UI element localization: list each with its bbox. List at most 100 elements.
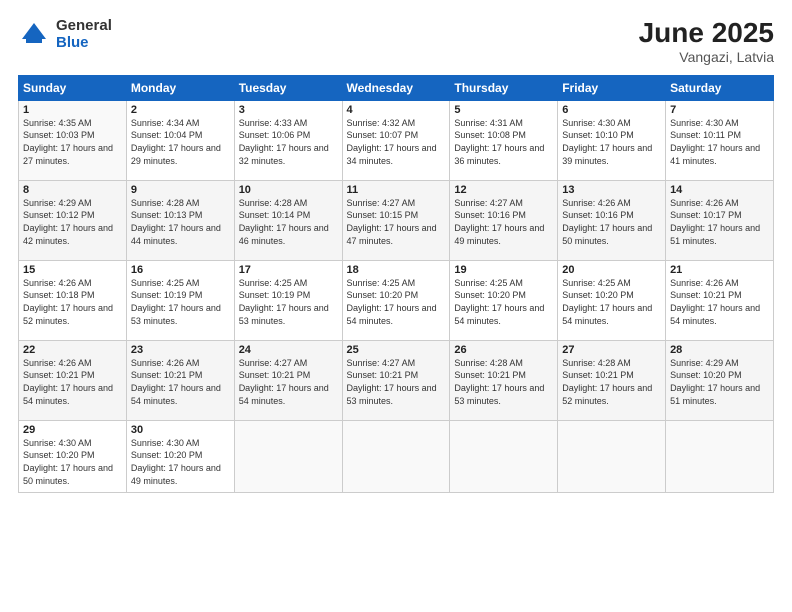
col-saturday: Saturday [666, 75, 774, 100]
day-number: 13 [562, 184, 661, 196]
day-info: Sunrise: 4:28 AMSunset: 10:21 PMDaylight… [454, 357, 553, 407]
day-info: Sunrise: 4:33 AMSunset: 10:06 PMDaylight… [239, 117, 338, 167]
day-info: Sunrise: 4:25 AMSunset: 10:19 PMDaylight… [131, 277, 230, 327]
table-row [666, 420, 774, 492]
table-row [558, 420, 666, 492]
day-number: 30 [131, 424, 230, 436]
day-number: 29 [23, 424, 122, 436]
day-number: 15 [23, 264, 122, 276]
day-number: 20 [562, 264, 661, 276]
day-info: Sunrise: 4:30 AMSunset: 10:20 PMDaylight… [131, 437, 230, 487]
table-row: 23Sunrise: 4:26 AMSunset: 10:21 PMDaylig… [126, 340, 234, 420]
day-info: Sunrise: 4:26 AMSunset: 10:21 PMDaylight… [670, 277, 769, 327]
logo-general: General [56, 18, 112, 35]
table-row: 4Sunrise: 4:32 AMSunset: 10:07 PMDayligh… [342, 100, 450, 180]
table-row: 27Sunrise: 4:28 AMSunset: 10:21 PMDaylig… [558, 340, 666, 420]
col-monday: Monday [126, 75, 234, 100]
day-info: Sunrise: 4:27 AMSunset: 10:16 PMDaylight… [454, 197, 553, 247]
day-number: 8 [23, 184, 122, 196]
day-info: Sunrise: 4:25 AMSunset: 10:20 PMDaylight… [454, 277, 553, 327]
table-row: 6Sunrise: 4:30 AMSunset: 10:10 PMDayligh… [558, 100, 666, 180]
day-info: Sunrise: 4:32 AMSunset: 10:07 PMDaylight… [347, 117, 446, 167]
day-number: 12 [454, 184, 553, 196]
day-info: Sunrise: 4:30 AMSunset: 10:20 PMDaylight… [23, 437, 122, 487]
day-number: 27 [562, 344, 661, 356]
day-number: 25 [347, 344, 446, 356]
day-number: 16 [131, 264, 230, 276]
day-info: Sunrise: 4:29 AMSunset: 10:20 PMDaylight… [670, 357, 769, 407]
location: Vangazi, Latvia [639, 49, 774, 65]
day-info: Sunrise: 4:30 AMSunset: 10:10 PMDaylight… [562, 117, 661, 167]
table-row: 24Sunrise: 4:27 AMSunset: 10:21 PMDaylig… [234, 340, 342, 420]
table-row: 7Sunrise: 4:30 AMSunset: 10:11 PMDayligh… [666, 100, 774, 180]
table-row: 5Sunrise: 4:31 AMSunset: 10:08 PMDayligh… [450, 100, 558, 180]
day-info: Sunrise: 4:29 AMSunset: 10:12 PMDaylight… [23, 197, 122, 247]
day-info: Sunrise: 4:25 AMSunset: 10:19 PMDaylight… [239, 277, 338, 327]
day-number: 24 [239, 344, 338, 356]
day-number: 3 [239, 104, 338, 116]
table-row: 12Sunrise: 4:27 AMSunset: 10:16 PMDaylig… [450, 180, 558, 260]
day-info: Sunrise: 4:27 AMSunset: 10:15 PMDaylight… [347, 197, 446, 247]
day-info: Sunrise: 4:35 AMSunset: 10:03 PMDaylight… [23, 117, 122, 167]
table-row: 11Sunrise: 4:27 AMSunset: 10:15 PMDaylig… [342, 180, 450, 260]
day-number: 28 [670, 344, 769, 356]
day-info: Sunrise: 4:27 AMSunset: 10:21 PMDaylight… [347, 357, 446, 407]
day-info: Sunrise: 4:28 AMSunset: 10:21 PMDaylight… [562, 357, 661, 407]
day-info: Sunrise: 4:30 AMSunset: 10:11 PMDaylight… [670, 117, 769, 167]
table-row [234, 420, 342, 492]
day-number: 6 [562, 104, 661, 116]
calendar-week-4: 22Sunrise: 4:26 AMSunset: 10:21 PMDaylig… [19, 340, 774, 420]
table-row: 19Sunrise: 4:25 AMSunset: 10:20 PMDaylig… [450, 260, 558, 340]
day-info: Sunrise: 4:27 AMSunset: 10:21 PMDaylight… [239, 357, 338, 407]
day-number: 17 [239, 264, 338, 276]
table-row: 2Sunrise: 4:34 AMSunset: 10:04 PMDayligh… [126, 100, 234, 180]
table-row: 28Sunrise: 4:29 AMSunset: 10:20 PMDaylig… [666, 340, 774, 420]
logo: General Blue [18, 18, 112, 51]
table-row: 30Sunrise: 4:30 AMSunset: 10:20 PMDaylig… [126, 420, 234, 492]
day-info: Sunrise: 4:26 AMSunset: 10:21 PMDaylight… [23, 357, 122, 407]
day-number: 1 [23, 104, 122, 116]
col-tuesday: Tuesday [234, 75, 342, 100]
col-friday: Friday [558, 75, 666, 100]
table-row: 21Sunrise: 4:26 AMSunset: 10:21 PMDaylig… [666, 260, 774, 340]
day-info: Sunrise: 4:26 AMSunset: 10:17 PMDaylight… [670, 197, 769, 247]
day-number: 4 [347, 104, 446, 116]
header: General Blue June 2025 Vangazi, Latvia [18, 18, 774, 65]
page: General Blue June 2025 Vangazi, Latvia S… [0, 0, 792, 612]
day-number: 26 [454, 344, 553, 356]
day-number: 7 [670, 104, 769, 116]
calendar-week-2: 8Sunrise: 4:29 AMSunset: 10:12 PMDayligh… [19, 180, 774, 260]
table-row: 14Sunrise: 4:26 AMSunset: 10:17 PMDaylig… [666, 180, 774, 260]
table-row: 10Sunrise: 4:28 AMSunset: 10:14 PMDaylig… [234, 180, 342, 260]
day-info: Sunrise: 4:28 AMSunset: 10:14 PMDaylight… [239, 197, 338, 247]
col-wednesday: Wednesday [342, 75, 450, 100]
day-number: 18 [347, 264, 446, 276]
day-number: 2 [131, 104, 230, 116]
logo-icon [18, 19, 50, 51]
calendar-week-3: 15Sunrise: 4:26 AMSunset: 10:18 PMDaylig… [19, 260, 774, 340]
day-info: Sunrise: 4:26 AMSunset: 10:21 PMDaylight… [131, 357, 230, 407]
day-number: 19 [454, 264, 553, 276]
table-row: 16Sunrise: 4:25 AMSunset: 10:19 PMDaylig… [126, 260, 234, 340]
table-row: 9Sunrise: 4:28 AMSunset: 10:13 PMDayligh… [126, 180, 234, 260]
calendar-header-row: Sunday Monday Tuesday Wednesday Thursday… [19, 75, 774, 100]
table-row: 17Sunrise: 4:25 AMSunset: 10:19 PMDaylig… [234, 260, 342, 340]
logo-text: General Blue [56, 18, 112, 51]
table-row: 29Sunrise: 4:30 AMSunset: 10:20 PMDaylig… [19, 420, 127, 492]
table-row [342, 420, 450, 492]
title-block: June 2025 Vangazi, Latvia [639, 18, 774, 65]
day-info: Sunrise: 4:26 AMSunset: 10:16 PMDaylight… [562, 197, 661, 247]
table-row: 20Sunrise: 4:25 AMSunset: 10:20 PMDaylig… [558, 260, 666, 340]
day-info: Sunrise: 4:25 AMSunset: 10:20 PMDaylight… [562, 277, 661, 327]
table-row: 8Sunrise: 4:29 AMSunset: 10:12 PMDayligh… [19, 180, 127, 260]
day-number: 22 [23, 344, 122, 356]
calendar-week-1: 1Sunrise: 4:35 AMSunset: 10:03 PMDayligh… [19, 100, 774, 180]
table-row: 13Sunrise: 4:26 AMSunset: 10:16 PMDaylig… [558, 180, 666, 260]
table-row: 3Sunrise: 4:33 AMSunset: 10:06 PMDayligh… [234, 100, 342, 180]
day-info: Sunrise: 4:26 AMSunset: 10:18 PMDaylight… [23, 277, 122, 327]
day-number: 23 [131, 344, 230, 356]
day-number: 11 [347, 184, 446, 196]
table-row: 15Sunrise: 4:26 AMSunset: 10:18 PMDaylig… [19, 260, 127, 340]
table-row: 22Sunrise: 4:26 AMSunset: 10:21 PMDaylig… [19, 340, 127, 420]
calendar-table: Sunday Monday Tuesday Wednesday Thursday… [18, 75, 774, 493]
